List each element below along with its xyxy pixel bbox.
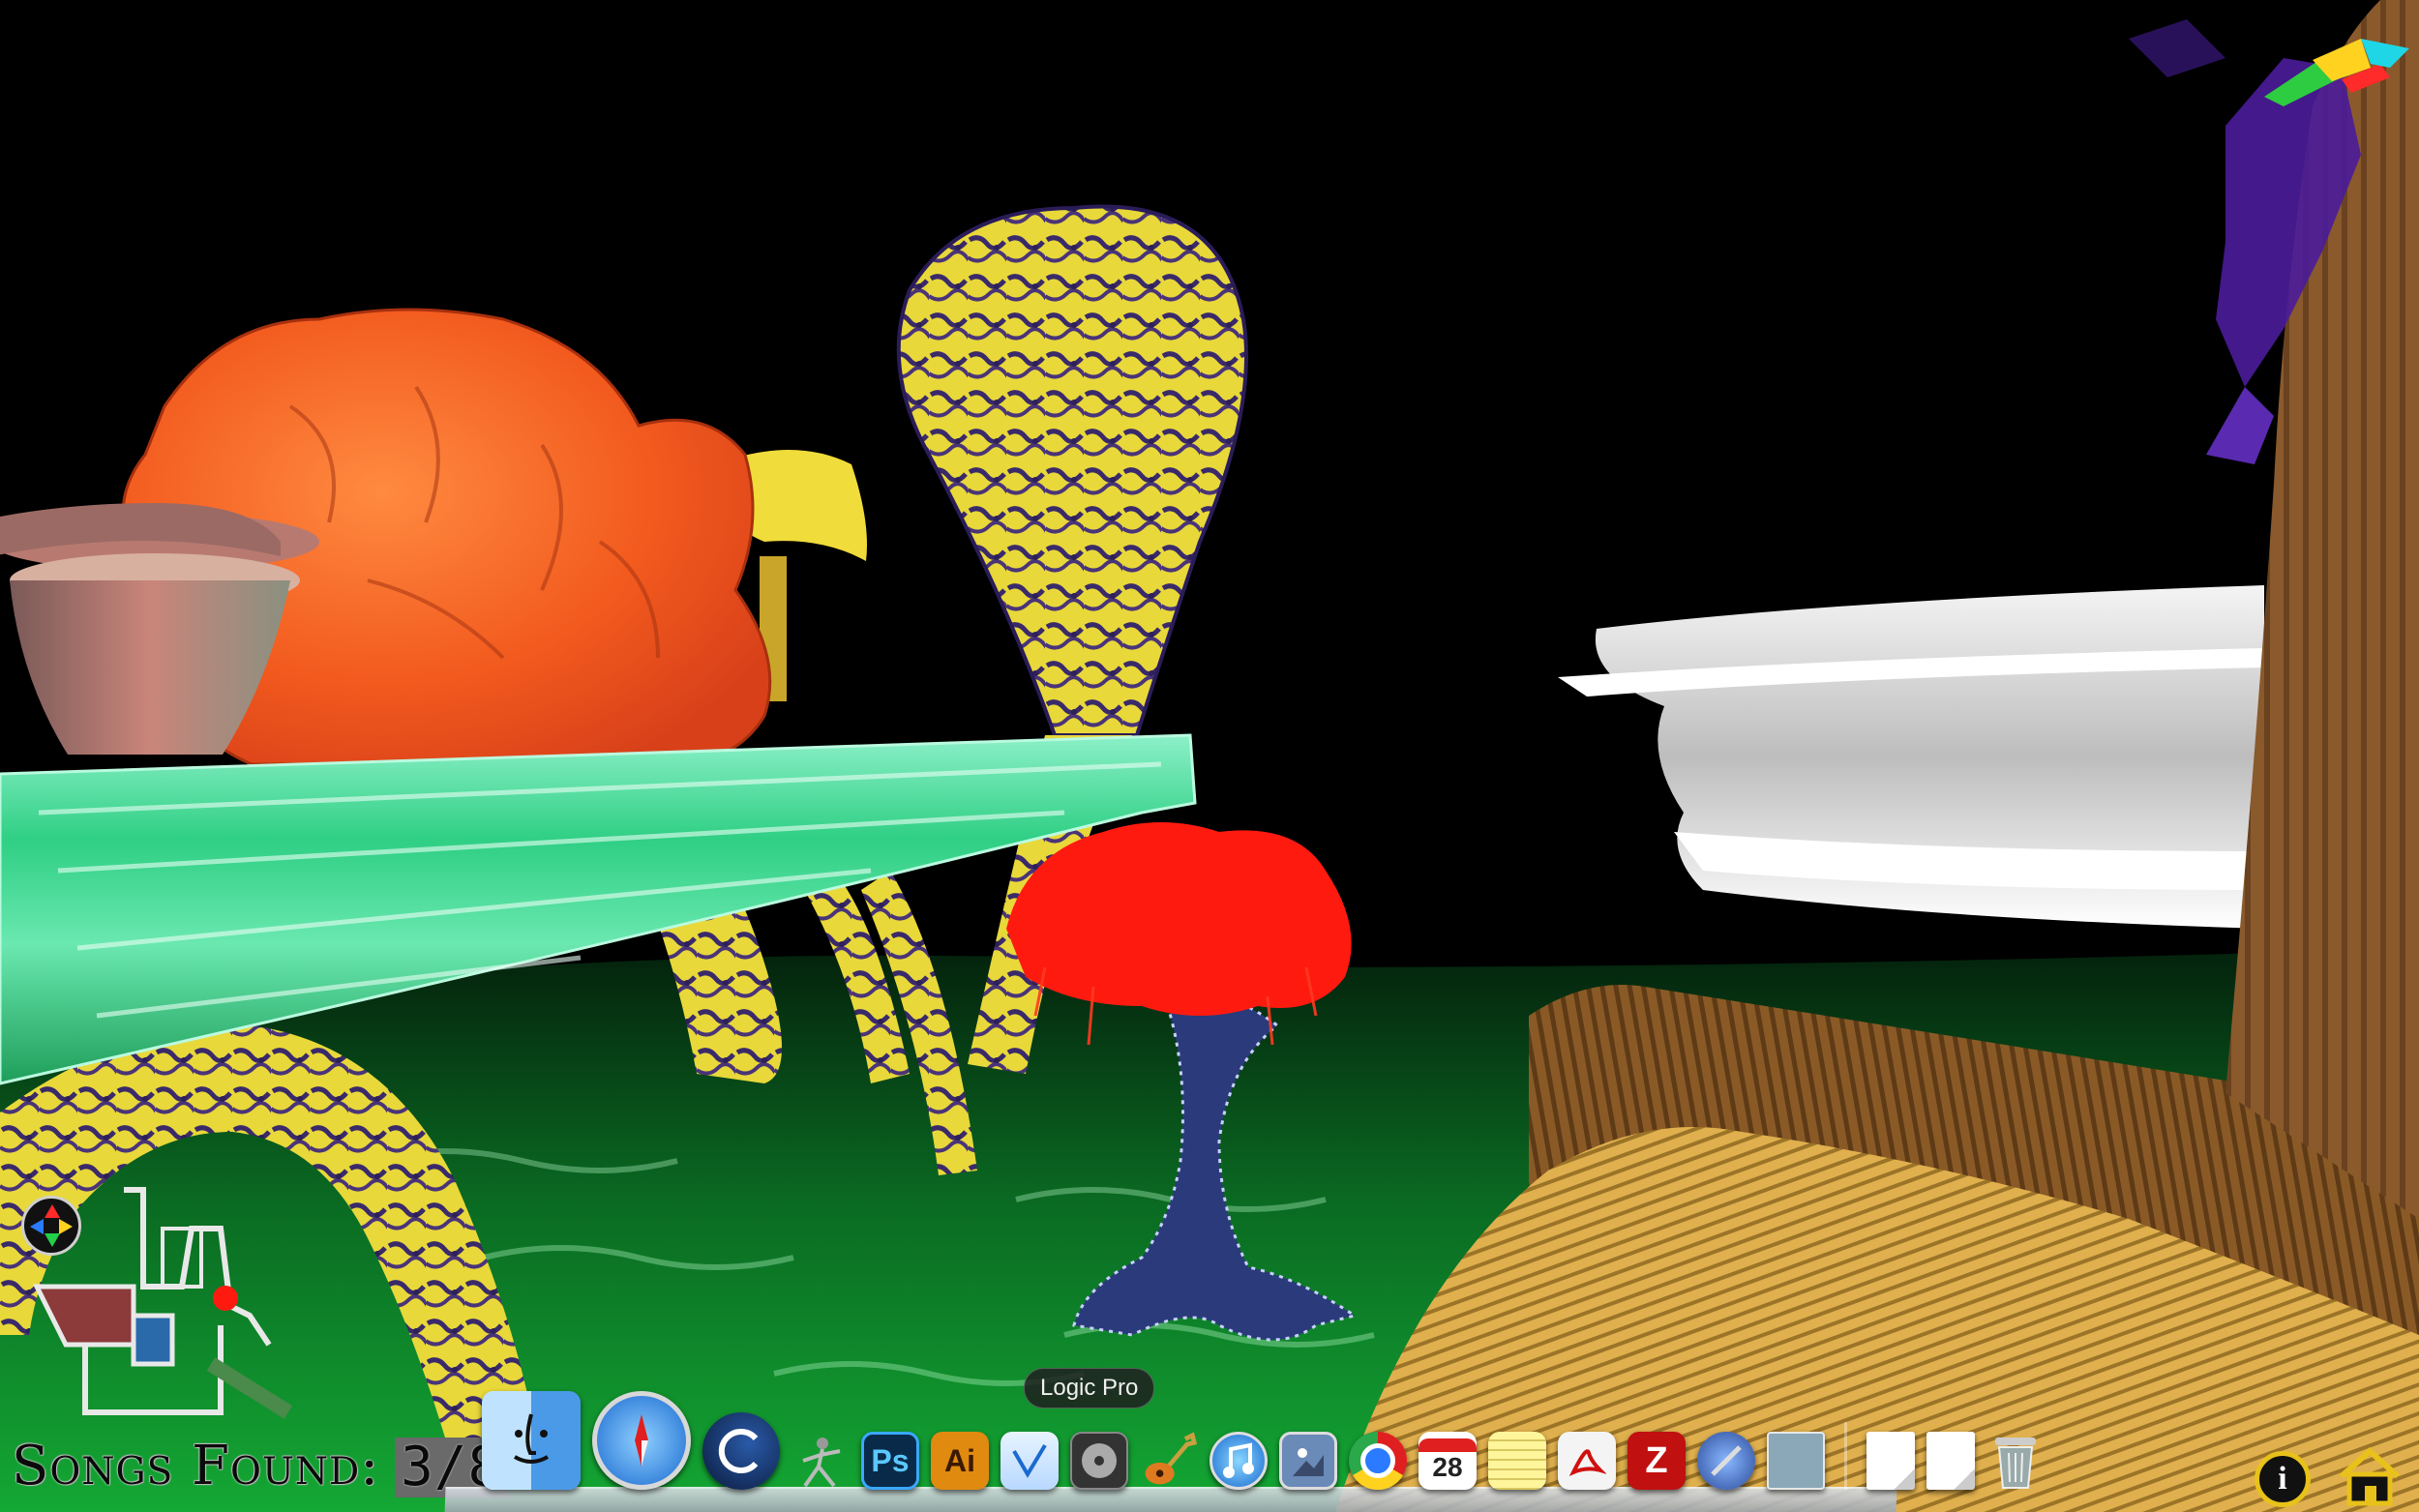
calendar-icon[interactable]: 28 (1419, 1432, 1477, 1490)
game-viewport[interactable]: Songs Found: 3/8 Logic Pro Ps Ai 28 Z i (0, 0, 2419, 1512)
scene-canvas[interactable] (0, 0, 2419, 1512)
mini-map[interactable] (27, 1171, 298, 1432)
trash-icon[interactable] (1986, 1432, 2045, 1490)
sketch-app-icon[interactable] (1000, 1432, 1059, 1490)
tall-yellow-mushroom[interactable] (896, 204, 1248, 737)
blank-doc-icon[interactable] (1867, 1432, 1915, 1490)
blank-doc-icon-2[interactable] (1926, 1432, 1975, 1490)
photoshop-icon[interactable]: Ps (861, 1432, 919, 1490)
finder-icon[interactable] (482, 1391, 581, 1490)
songs-found-label: Songs Found: (12, 1435, 380, 1497)
white-floating-basin[interactable] (1558, 585, 2264, 929)
safari-icon[interactable] (592, 1391, 691, 1490)
zbrush-icon[interactable] (791, 1432, 850, 1490)
document-thumb-icon[interactable] (1767, 1432, 1825, 1490)
calendar-day: 28 (1432, 1452, 1463, 1482)
dvd-icon[interactable] (1070, 1432, 1128, 1490)
itunes-icon[interactable] (1210, 1432, 1268, 1490)
notes-icon[interactable] (1488, 1432, 1546, 1490)
acrobat-icon[interactable] (1558, 1432, 1616, 1490)
garageband-icon[interactable] (1140, 1432, 1198, 1490)
mac-dock[interactable]: Ps Ai 28 Z (482, 1389, 2045, 1490)
info-icon[interactable]: i (2255, 1451, 2311, 1507)
illustrator-icon[interactable]: Ai (931, 1432, 989, 1490)
info-glyph: i (2278, 1461, 2287, 1497)
script-editor-icon[interactable] (1697, 1432, 1755, 1490)
cinema4d-icon[interactable] (702, 1412, 780, 1490)
home-icon[interactable] (2336, 1445, 2404, 1509)
player-marker (213, 1286, 238, 1311)
filezilla-icon[interactable]: Z (1628, 1432, 1686, 1490)
songs-found-counter: Songs Found: 3/8 (12, 1430, 508, 1497)
preview-icon[interactable] (1279, 1432, 1337, 1490)
chrome-icon[interactable] (1349, 1432, 1407, 1490)
dock-separator (1844, 1422, 1847, 1490)
